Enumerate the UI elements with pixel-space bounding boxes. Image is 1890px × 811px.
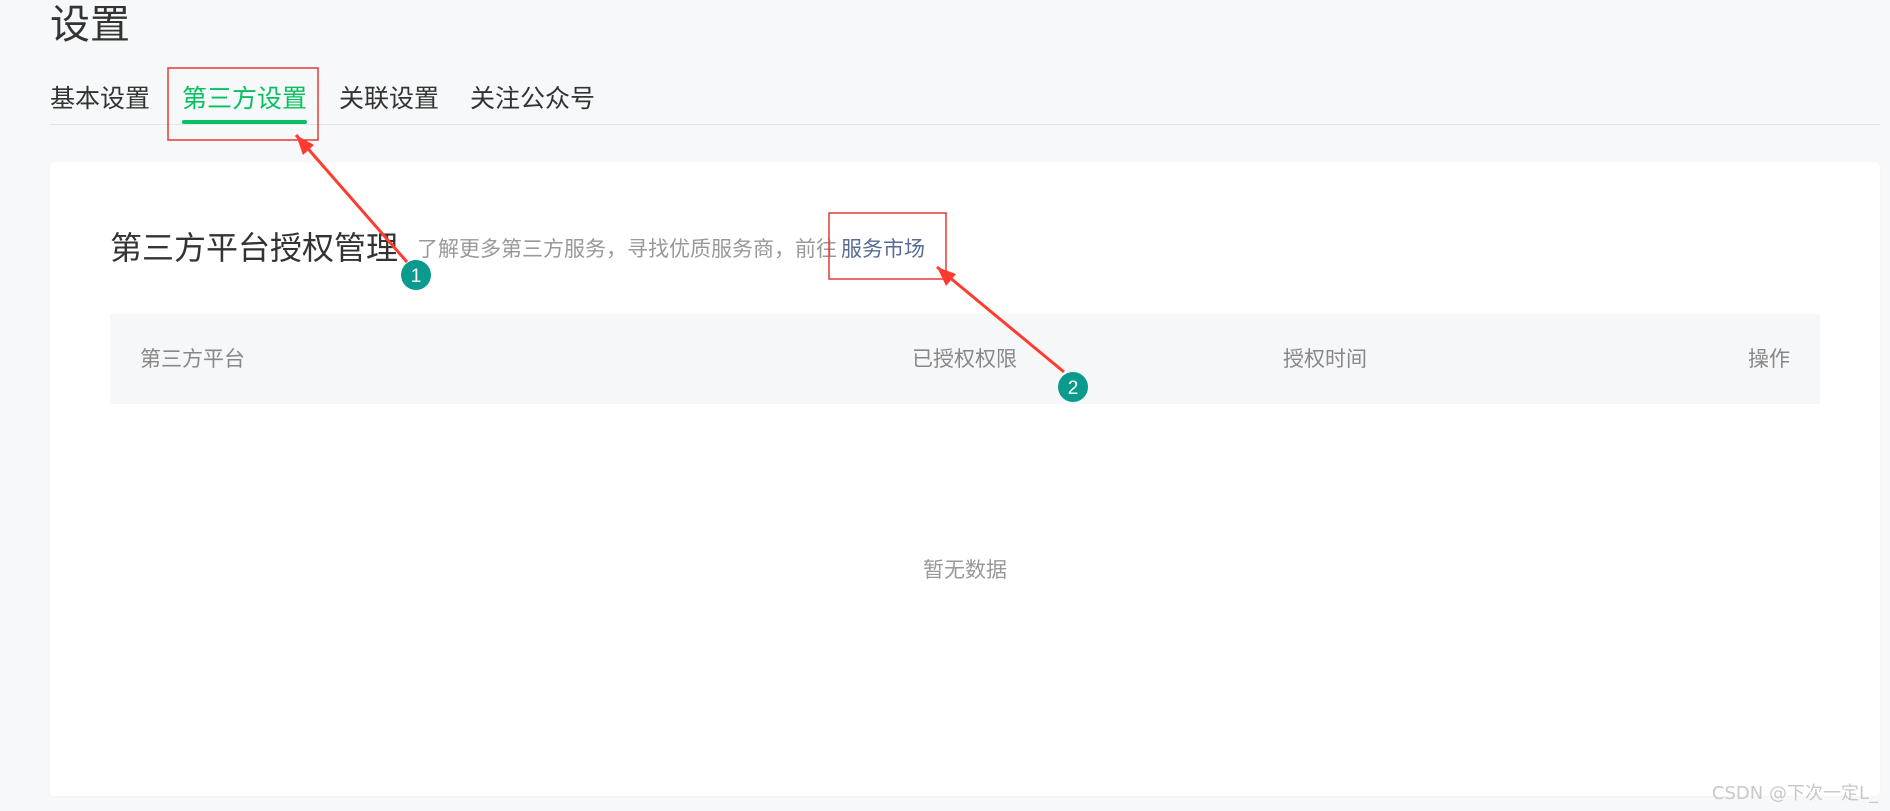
annotation-badge-2: 2 (1058, 372, 1088, 402)
annotation-box-1 (167, 67, 319, 141)
annotation-arrow-2 (936, 265, 1065, 374)
annotation-overlay: 1 2 (167, 67, 1088, 402)
annotation-arrow-1 (294, 134, 409, 263)
annotation-badge-1-label: 1 (411, 266, 422, 287)
annotation-box-2 (828, 212, 947, 280)
annotation-badge-2-label: 2 (1068, 378, 1079, 399)
annotation-badge-1: 1 (401, 260, 431, 290)
watermark-text: CSDN @下次一定L_ (1711, 783, 1878, 804)
